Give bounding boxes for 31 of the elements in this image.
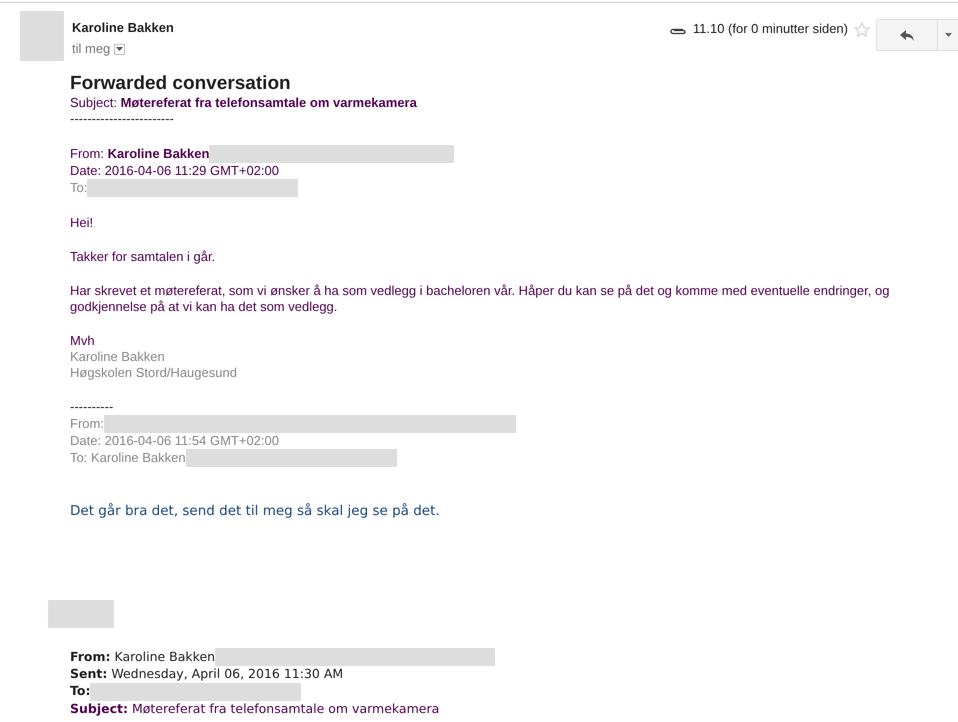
message-line: Høgskolen Stord/Haugesund xyxy=(70,365,237,381)
message-line: Sent: Wednesday, April 06, 2016 11:30 AM xyxy=(70,666,344,682)
timestamp: 11.10 (for 0 minutter siden) xyxy=(692,21,848,37)
message-line: From: Karoline Bakken xyxy=(70,146,210,162)
message-line: Date: 2016-04-06 11:54 GMT+02:00 xyxy=(70,433,279,449)
star-icon[interactable] xyxy=(854,21,870,38)
avatar xyxy=(20,11,64,61)
message-line: ---------- xyxy=(70,399,114,415)
caret-icon xyxy=(116,47,124,51)
message-line: To: Karoline Bakken xyxy=(70,450,186,466)
details-dropdown[interactable] xyxy=(114,44,126,54)
message-line: From: xyxy=(70,416,104,432)
sender-name: Karoline Bakken xyxy=(72,20,175,36)
message-line: ------------------------ xyxy=(70,111,174,127)
message-line: To: xyxy=(70,180,88,196)
recipient-label: til meg xyxy=(72,41,110,57)
message-line: Mvh xyxy=(70,333,95,349)
caret-icon xyxy=(945,33,952,37)
redacted-image xyxy=(48,600,114,628)
message-line: From: Karoline Bakken xyxy=(70,648,216,666)
message-line: To: xyxy=(70,683,90,700)
reply-text: Det går bra det, send det til meg så skal jeg se på det. xyxy=(70,503,440,519)
message-line: Har skrevet et møtereferat, som vi ønsker å ha som vedlegg i bacheloren vår. Håper du kan se på det og komme med eventuelle endringer, og godkjennelse på at vi kan ha det som vedlegg. xyxy=(70,283,890,315)
message-line: Subject: Møtereferat fra telefonsamtale om varmekamera xyxy=(70,95,417,111)
conversation-heading: Forwarded conversation xyxy=(70,73,291,95)
message-line: Takker for samtalen i går. xyxy=(70,249,216,265)
message-line: Hei! xyxy=(70,215,94,231)
message-line: Date: 2016-04-06 11:29 GMT+02:00 xyxy=(70,163,279,179)
message-line: Karoline Bakken xyxy=(70,349,165,365)
message-line: Subject: Møtereferat fra telefonsamtale om varmekamera xyxy=(70,700,440,717)
reply-icon xyxy=(900,30,914,40)
